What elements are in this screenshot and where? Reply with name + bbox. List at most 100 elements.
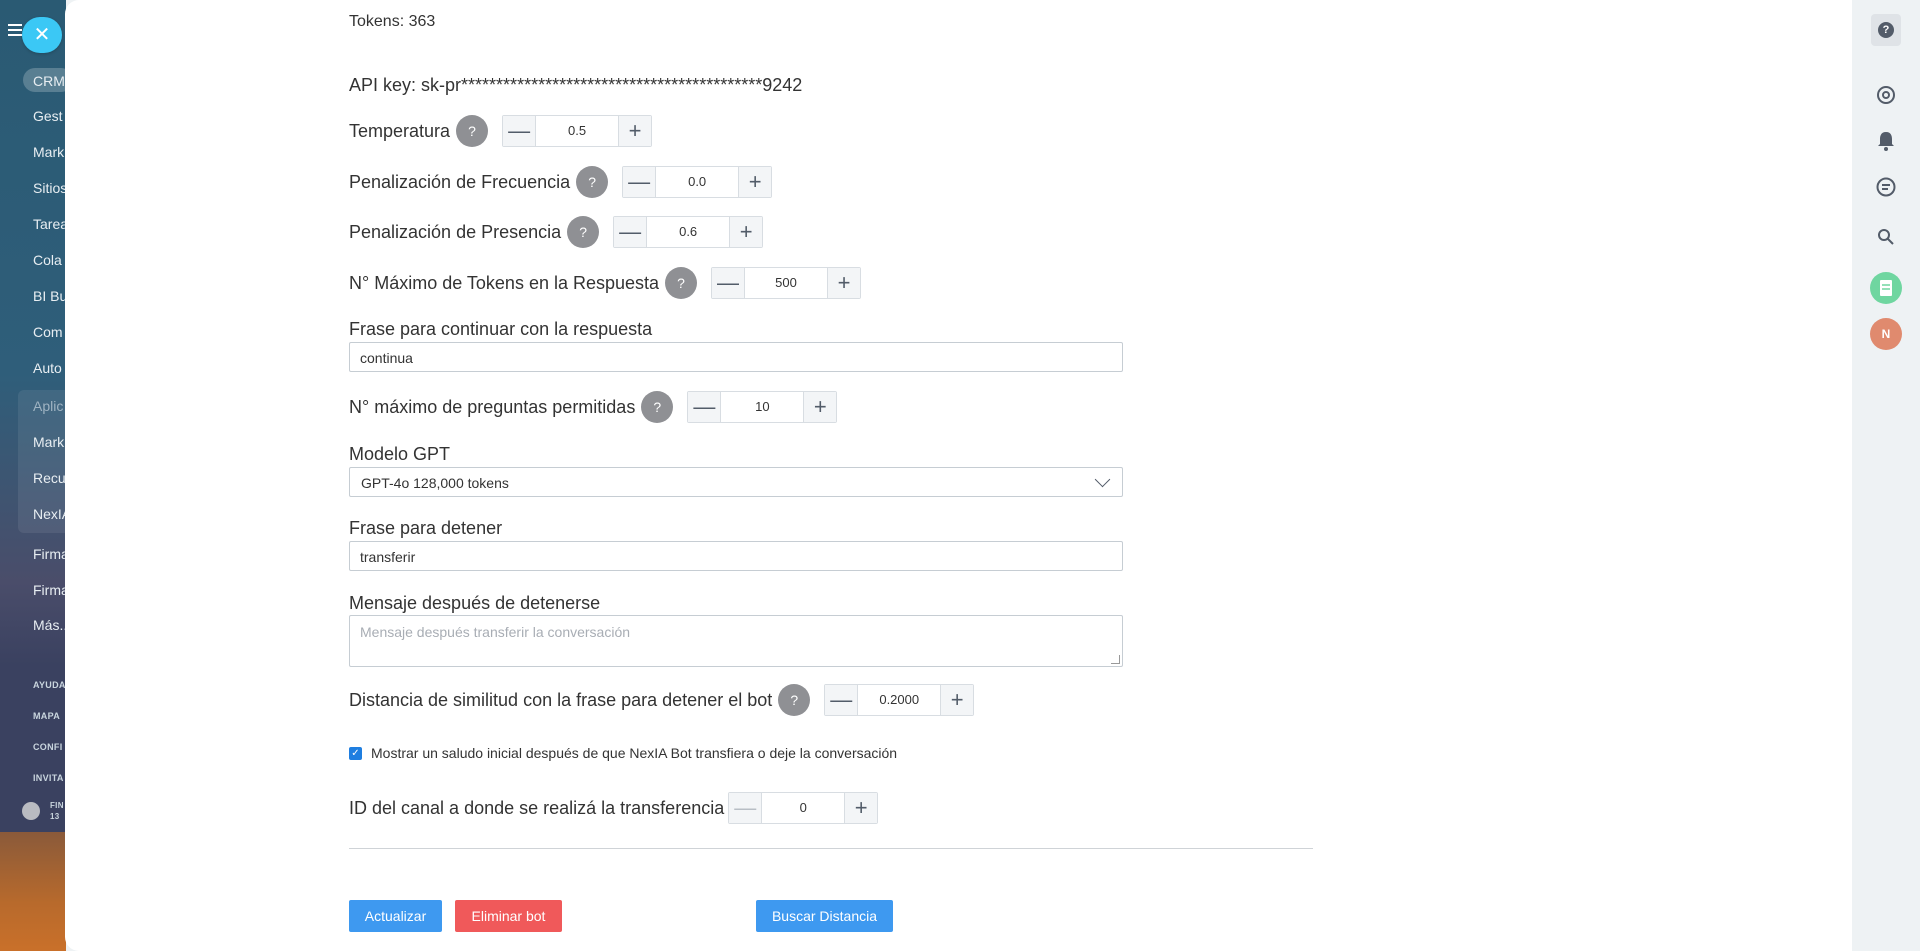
temperature-row: Temperatura ? — 0.5 + bbox=[349, 115, 653, 147]
sidebar-small-item[interactable]: CONFI bbox=[33, 742, 63, 752]
increment-button[interactable]: + bbox=[619, 116, 652, 146]
stop-phrase-label: Frase para detener bbox=[349, 518, 503, 538]
stop-phrase-input[interactable]: transferir bbox=[349, 541, 1123, 571]
sidebar-item[interactable]: Tarea bbox=[33, 216, 66, 232]
presence-penalty-help-icon[interactable]: ? bbox=[567, 216, 600, 248]
plus-icon: + bbox=[950, 687, 964, 712]
similarity-distance-label: Distancia de similitud con la frase para… bbox=[349, 689, 773, 710]
continue-phrase-label-row: Frase para continuar con la respuesta bbox=[349, 319, 652, 340]
plus-icon: + bbox=[854, 795, 868, 820]
help-button[interactable]: ? bbox=[1871, 14, 1901, 46]
frequency-penalty-row: Penalización de Frecuencia ? — 0.0 + bbox=[349, 166, 773, 198]
chat-icon[interactable] bbox=[1871, 172, 1901, 202]
increment-button[interactable]: + bbox=[828, 268, 861, 298]
search-distance-button[interactable]: Buscar Distancia bbox=[756, 900, 893, 932]
user-avatar[interactable]: N bbox=[1870, 318, 1902, 350]
stop-phrase-label-row: Frase para detener bbox=[349, 518, 502, 539]
sidebar-item[interactable]: Com bbox=[33, 324, 63, 340]
sidebar-item[interactable]: Cola bbox=[33, 252, 62, 268]
frequency-penalty-label: Penalización de Frecuencia bbox=[349, 171, 571, 192]
divider bbox=[349, 848, 1313, 849]
gpt-model-label-row: Modelo GPT bbox=[349, 444, 450, 465]
max-tokens-row: N° Máximo de Tokens en la Respuesta ? — … bbox=[349, 267, 862, 299]
transfer-channel-row: ID del canal a donde se realizá la trans… bbox=[349, 792, 879, 824]
temperature-input[interactable]: 0.5 bbox=[535, 116, 620, 146]
presence-penalty-row: Penalización de Presencia ? — 0.6 + bbox=[349, 216, 764, 248]
close-slider-button[interactable]: ✕ bbox=[22, 17, 62, 53]
increment-button[interactable]: + bbox=[845, 793, 878, 823]
presence-penalty-input[interactable]: 0.6 bbox=[646, 217, 731, 247]
sidebar-small-item[interactable]: INVITA bbox=[33, 773, 64, 783]
background-sidebar: CRM Gest Mark Sitios Tarea Cola BI Bu Co… bbox=[0, 0, 66, 832]
decrement-button[interactable]: — bbox=[623, 167, 656, 197]
temperature-help-icon[interactable]: ? bbox=[456, 115, 489, 147]
max-questions-help-icon[interactable]: ? bbox=[641, 391, 674, 423]
max-tokens-help-icon[interactable]: ? bbox=[665, 267, 698, 299]
gpt-model-label: Modelo GPT bbox=[349, 444, 451, 464]
increment-button[interactable]: + bbox=[941, 685, 974, 715]
initial-greeting-label: Mostrar un saludo inicial después de que… bbox=[371, 745, 898, 761]
frequency-penalty-stepper: — 0.0 + bbox=[622, 166, 773, 198]
notifications-bell-icon[interactable] bbox=[1871, 126, 1901, 156]
sidebar-item[interactable]: NexIA bbox=[33, 506, 66, 522]
bot-settings-panel: Tokens: 363 API key: sk-pr**************… bbox=[65, 0, 1852, 951]
max-questions-stepper: — 10 + bbox=[687, 391, 838, 423]
sidebar-item[interactable]: Aplic bbox=[33, 398, 63, 414]
increment-button[interactable]: + bbox=[730, 217, 763, 247]
sidebar-item[interactable]: Firma bbox=[33, 582, 66, 598]
similarity-distance-input[interactable]: 0.2000 bbox=[857, 685, 942, 715]
sidebar-item[interactable]: BI Bu bbox=[33, 288, 66, 304]
sidebar-item[interactable]: Mark bbox=[33, 144, 64, 160]
sidebar-item[interactable]: Sitios bbox=[33, 180, 66, 196]
transfer-channel-stepper: — 0 + bbox=[728, 792, 879, 824]
sidebar-small-item[interactable]: MAPA bbox=[33, 711, 60, 721]
increment-button[interactable]: + bbox=[804, 392, 837, 422]
sidebar-item-crm[interactable]: CRM bbox=[33, 73, 65, 89]
sidebar-small-item[interactable]: AYUDA bbox=[33, 680, 66, 690]
sidebar-item[interactable]: Firma bbox=[33, 546, 66, 562]
max-questions-input[interactable]: 10 bbox=[720, 392, 805, 422]
continue-phrase-input[interactable]: continua bbox=[349, 342, 1123, 372]
frequency-penalty-help-icon[interactable]: ? bbox=[576, 166, 609, 198]
sidebar-item[interactable]: Gest bbox=[33, 108, 63, 124]
plus-icon: + bbox=[628, 118, 642, 143]
tokens-count: Tokens: 363 bbox=[349, 13, 436, 30]
minus-icon: — bbox=[508, 118, 531, 143]
sidebar-item[interactable]: Más... bbox=[33, 617, 66, 633]
goals-icon[interactable] bbox=[1871, 80, 1901, 110]
max-questions-row: N° máximo de preguntas permitidas ? — 10… bbox=[349, 391, 838, 423]
decrement-button[interactable]: — bbox=[712, 268, 745, 298]
after-stop-message-label-row: Mensaje después de detenerse bbox=[349, 593, 600, 614]
max-tokens-stepper: — 500 + bbox=[711, 267, 862, 299]
increment-button[interactable]: + bbox=[739, 167, 772, 197]
resize-grip-icon[interactable] bbox=[1111, 655, 1120, 664]
transfer-channel-input[interactable]: 0 bbox=[761, 793, 846, 823]
delete-bot-button[interactable]: Eliminar bot bbox=[455, 900, 562, 932]
similarity-distance-row: Distancia de similitud con la frase para… bbox=[349, 684, 975, 716]
decrement-button[interactable]: — bbox=[729, 793, 762, 823]
sidebar-item[interactable]: Auto bbox=[33, 360, 62, 376]
max-tokens-input[interactable]: 500 bbox=[744, 268, 829, 298]
transfer-channel-label: ID del canal a donde se realizá la trans… bbox=[349, 797, 725, 818]
decrement-button[interactable]: — bbox=[825, 685, 858, 715]
sidebar-item[interactable]: Recu bbox=[33, 470, 66, 486]
sidebar-item[interactable]: Mark bbox=[33, 434, 64, 450]
decrement-button[interactable]: — bbox=[503, 116, 536, 146]
plus-icon: + bbox=[748, 169, 762, 194]
menu-icon[interactable] bbox=[8, 24, 22, 26]
initial-greeting-checkbox[interactable]: ✓ bbox=[349, 746, 362, 760]
max-questions-label: N° máximo de preguntas permitidas bbox=[349, 396, 636, 417]
gpt-model-select[interactable]: GPT-4o 128,000 tokens bbox=[349, 467, 1123, 497]
minus-icon: — bbox=[628, 169, 651, 194]
temperature-stepper: — 0.5 + bbox=[502, 115, 653, 147]
decrement-button[interactable]: — bbox=[688, 392, 721, 422]
continue-phrase-label: Frase para continuar con la respuesta bbox=[349, 319, 653, 339]
frequency-penalty-input[interactable]: 0.0 bbox=[655, 167, 740, 197]
similarity-distance-help-icon[interactable]: ? bbox=[778, 684, 811, 716]
max-tokens-label: N° Máximo de Tokens en la Respuesta bbox=[349, 272, 660, 293]
search-icon[interactable] bbox=[1871, 222, 1901, 252]
update-button[interactable]: Actualizar bbox=[349, 900, 442, 932]
decrement-button[interactable]: — bbox=[614, 217, 647, 247]
after-stop-message-textarea[interactable]: Mensaje después transferir la conversaci… bbox=[349, 615, 1123, 667]
documents-icon[interactable] bbox=[1870, 272, 1902, 304]
